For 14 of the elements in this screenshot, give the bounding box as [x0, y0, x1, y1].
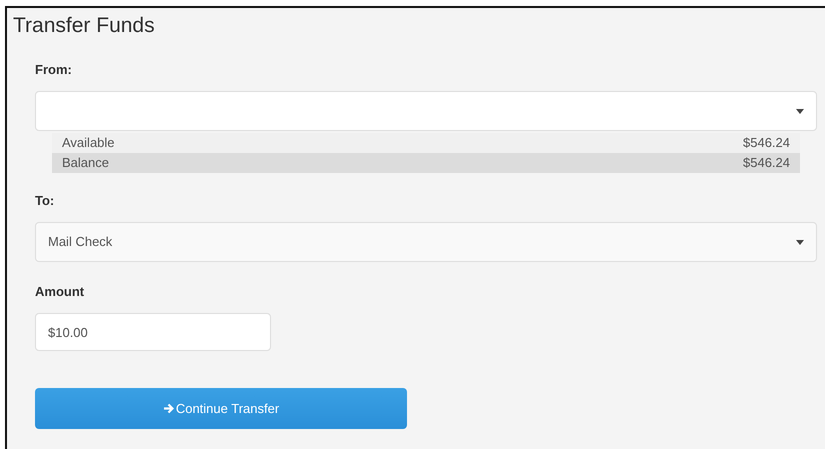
arrow-right-icon: [162, 403, 174, 414]
field-label: From:: [35, 61, 72, 79]
field-label: To:: [35, 192, 54, 210]
to-select[interactable]: Mail Check: [35, 222, 817, 262]
balance-label: Available: [62, 134, 115, 152]
caret-icon: [796, 240, 804, 244]
balance-amount: $546.24: [743, 134, 790, 152]
page-title: Transfer Funds: [13, 13, 155, 39]
balance-label: Balance: [62, 154, 109, 172]
from-select[interactable]: [35, 91, 817, 131]
field-label: Amount: [35, 283, 84, 301]
balance-amount: $546.24: [743, 154, 790, 172]
caret-icon: [796, 108, 804, 114]
amount-field[interactable]: $10.00: [35, 313, 271, 351]
